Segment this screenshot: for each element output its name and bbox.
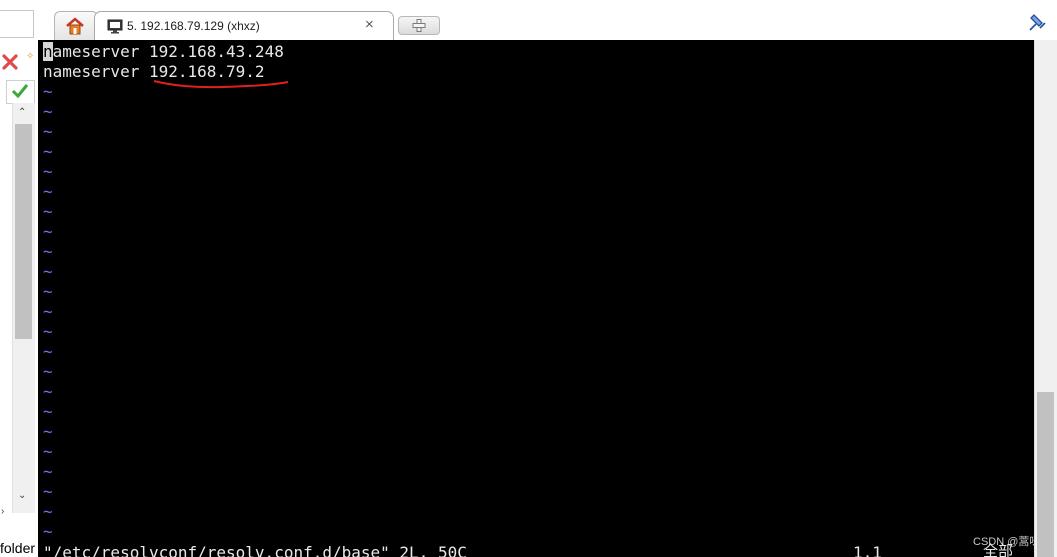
x-icon[interactable] <box>1 53 19 71</box>
status-filename: "/etc/resolvconf/resolv.conf.d/base" 2L,… <box>43 543 467 557</box>
empty-line-tilde: ~ <box>43 262 53 281</box>
tab-home[interactable] <box>54 11 98 41</box>
empty-line-tilde: ~ <box>43 482 53 501</box>
home-icon <box>66 17 84 35</box>
empty-line-tilde: ~ <box>43 462 53 481</box>
left-panel: ✧ ⌃ ⌄ › folder <box>0 40 38 557</box>
empty-line-tilde: ~ <box>43 122 53 141</box>
monitor-icon <box>107 19 123 34</box>
chevron-right-icon[interactable]: › <box>1 506 4 517</box>
empty-line-tilde: ~ <box>43 302 53 321</box>
highlight-underline <box>153 80 289 89</box>
terminal-scrollbar-thumb[interactable] <box>1037 392 1054 557</box>
plus-icon <box>412 19 426 32</box>
empty-line-tilde: ~ <box>43 282 53 301</box>
terminal-scrollbar[interactable] <box>1034 40 1057 557</box>
folder-label: folder <box>0 540 36 556</box>
text-cursor: n <box>43 42 53 61</box>
chevron-up-icon[interactable]: ⌃ <box>18 107 26 118</box>
empty-line-tilde: ~ <box>43 202 53 221</box>
empty-line-tilde: ~ <box>43 142 53 161</box>
empty-line-tilde: ~ <box>43 82 53 101</box>
empty-line-tilde: ~ <box>43 502 53 521</box>
empty-line-tilde: ~ <box>43 322 53 341</box>
empty-line-tilde: ~ <box>43 402 53 421</box>
pin-icon[interactable] <box>1027 14 1047 34</box>
close-icon[interactable]: × <box>365 16 374 33</box>
empty-line-tilde: ~ <box>43 222 53 241</box>
empty-line-tilde: ~ <box>43 422 53 441</box>
empty-line-tilde: ~ <box>43 442 53 461</box>
empty-line-tilde: ~ <box>43 162 53 181</box>
empty-line-tilde: ~ <box>43 242 53 261</box>
chevron-down-icon[interactable]: ⌄ <box>18 490 26 501</box>
address-box[interactable] <box>0 10 34 38</box>
status-cursor-position: 1,1 <box>853 543 882 557</box>
check-button[interactable] <box>6 80 35 104</box>
left-scrollbar[interactable]: ⌃ ⌄ <box>12 103 35 513</box>
tab-bar: 5. 192.168.79.129 (xhxz) × <box>0 0 1057 41</box>
empty-line-tilde: ~ <box>43 362 53 381</box>
terminal-line: nameserver 192.168.43.248 <box>43 42 284 62</box>
empty-line-tilde: ~ <box>43 342 53 361</box>
terminal-line-text: ameserver 192.168.43.248 <box>52 42 284 61</box>
session-tab-title: 5. 192.168.79.129 (xhxz) <box>127 19 260 33</box>
left-scrollbar-thumb[interactable] <box>15 124 32 339</box>
empty-line-tilde: ~ <box>43 102 53 121</box>
sparkle-icon: ✧ <box>26 51 35 62</box>
empty-line-tilde: ~ <box>43 182 53 201</box>
empty-line-tilde: ~ <box>43 382 53 401</box>
check-icon <box>11 84 29 99</box>
terminal-view[interactable]: nameserver 192.168.43.248 nameserver 192… <box>38 40 1034 557</box>
empty-line-tilde: ~ <box>43 522 53 541</box>
tab-session[interactable]: 5. 192.168.79.129 (xhxz) × <box>94 11 394 41</box>
status-percentage: 全部 <box>983 542 1014 557</box>
new-tab-button[interactable] <box>398 16 440 35</box>
